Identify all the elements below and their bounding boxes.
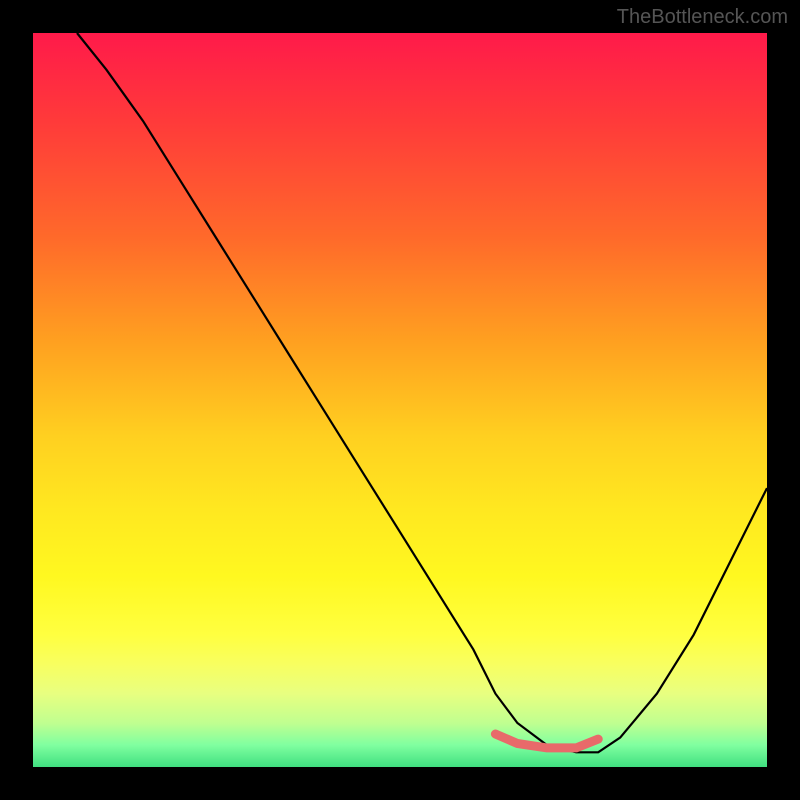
watermark-text: TheBottleneck.com (617, 6, 788, 29)
bottleneck-curve-path (77, 33, 767, 752)
chart-plot-area (33, 33, 767, 767)
bottleneck-curve-svg (33, 33, 767, 767)
optimal-zone-path (495, 734, 598, 748)
